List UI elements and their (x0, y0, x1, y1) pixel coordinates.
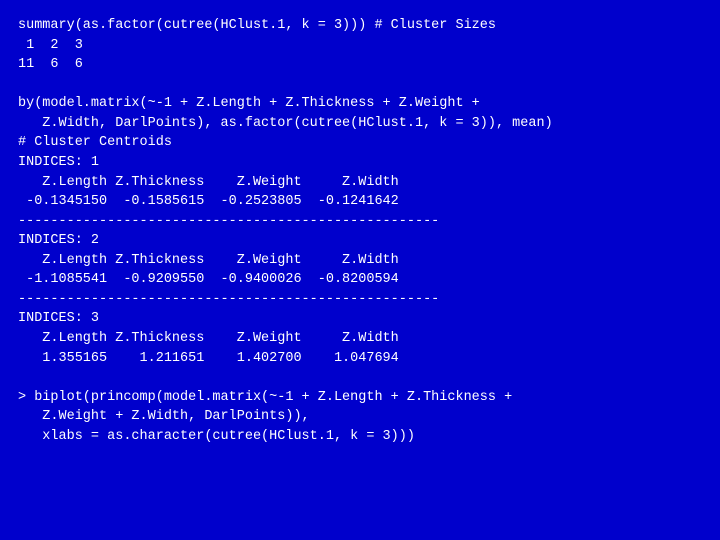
terminal-output: summary(as.factor(cutree(HClust.1, k = 3… (0, 0, 720, 540)
